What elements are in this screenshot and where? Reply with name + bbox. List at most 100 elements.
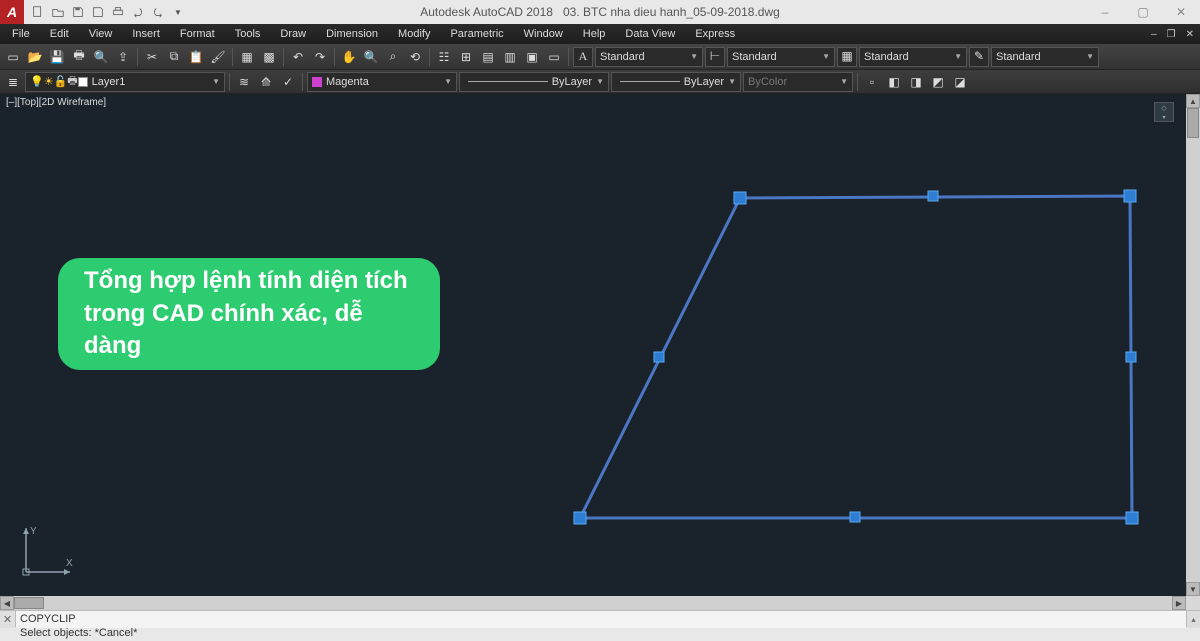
tablestyle-dropdown[interactable]: Standard▼ [859,47,967,67]
sync-attr-icon[interactable]: ◪ [950,72,970,92]
edit-block-icon[interactable]: ◨ [906,72,926,92]
undo-icon[interactable] [130,4,146,20]
lineweight-dropdown[interactable]: ByLayer▼ [611,72,741,92]
props-icon[interactable]: ☷ [434,47,454,67]
color-dropdown[interactable]: Magenta▼ [307,72,457,92]
callout-overlay: Tổng hợp lệnh tính diện tích trong CAD c… [58,258,440,370]
copy-icon[interactable]: ⧉ [164,47,184,67]
qat-dropdown-icon[interactable]: ▼ [170,4,186,20]
grid-icon[interactable]: ▩ [259,47,279,67]
lightbulb-icon: 💡 [30,75,44,88]
command-close-icon[interactable]: ✕ [0,611,16,627]
layer-dropdown[interactable]: 💡 ☀ 🔓 🖶 Layer1▼ [25,72,225,92]
mlstyle-icon[interactable]: ✎ [969,47,989,67]
ucs-icon: X Y [18,520,78,580]
mdi-minimize-icon[interactable]: – [1147,29,1161,40]
dimstyle-dropdown[interactable]: Standard▼ [727,47,835,67]
linetype-dropdown[interactable]: ByLayer▼ [459,72,609,92]
tpalettes-icon[interactable]: ▤ [478,47,498,67]
zoom-icon[interactable]: 🔍 [361,47,381,67]
menu-modify[interactable]: Modify [388,26,440,42]
sheetset-icon[interactable]: ▥ [500,47,520,67]
mdi-controls: – ❐ ✕ [1147,29,1198,40]
layerprev-icon[interactable]: ⟰ [256,72,276,92]
menu-edit[interactable]: Edit [40,26,79,42]
textstyle-icon[interactable]: A [573,47,593,67]
new-icon[interactable] [30,4,46,20]
menu-file[interactable]: File [2,26,40,42]
scroll-up-icon[interactable]: ▲ [1186,94,1200,108]
edit-attr-icon[interactable]: ◩ [928,72,948,92]
scroll-left-icon[interactable]: ◀ [0,596,14,610]
dcenter-icon[interactable]: ⊞ [456,47,476,67]
scrollbar-horizontal[interactable]: ◀ ▶ [0,596,1186,610]
color-swatch [312,77,322,87]
scroll-thumb[interactable] [1187,108,1199,138]
redo-icon[interactable]: ↷ [310,47,330,67]
saveas-icon[interactable] [90,4,106,20]
mlstyle-dropdown[interactable]: Standard▼ [991,47,1099,67]
publish-icon[interactable]: ⇪ [113,47,133,67]
layermatch-icon[interactable]: ≋ [234,72,254,92]
menu-help[interactable]: Help [573,26,616,42]
make-block-icon[interactable]: ◧ [884,72,904,92]
mdi-close-icon[interactable]: ✕ [1182,29,1198,40]
close-icon[interactable]: ✕ [1162,0,1200,24]
new-icon[interactable]: ▭ [3,47,23,67]
maximize-icon[interactable]: ▢ [1124,0,1162,24]
separator [857,73,858,91]
layerprops-icon[interactable]: ≣ [3,72,23,92]
cut-icon[interactable]: ✂ [142,47,162,67]
pan-icon[interactable]: ✋ [339,47,359,67]
separator [334,48,335,66]
redo-icon[interactable] [150,4,166,20]
separator [429,48,430,66]
menu-express[interactable]: Express [685,26,745,42]
app-logo[interactable]: A [0,0,24,24]
open-icon[interactable] [50,4,66,20]
paste-icon[interactable]: 📋 [186,47,206,67]
layer-color-swatch [78,77,88,87]
separator [137,48,138,66]
command-text[interactable]: COPYCLIPSelect objects: *Cancel* [16,611,1186,628]
toolbar-main: ▭ 📂 💾 🖶 🔍 ⇪ ✂ ⧉ 📋 🖌 ▦ ▩ ↶ ↷ ✋ 🔍 ⌕ ⟲ ☷ ⊞ … [0,44,1200,70]
menu-dataview[interactable]: Data View [615,26,685,42]
menu-draw[interactable]: Draw [270,26,316,42]
separator [568,48,569,66]
menu-window[interactable]: Window [514,26,573,42]
scrollbar-vertical[interactable]: ▲ ▼ [1186,94,1200,596]
insert-block-icon[interactable]: ▫ [862,72,882,92]
layerstate-icon[interactable]: ✓ [278,72,298,92]
textstyle-dropdown[interactable]: Standard▼ [595,47,703,67]
drawing-canvas[interactable]: [–][Top][2D Wireframe] ◇▾ Tổng hợp lệnh … [0,94,1200,610]
menu-view[interactable]: View [79,26,123,42]
markup-icon[interactable]: ▣ [522,47,542,67]
command-line[interactable]: ✕ COPYCLIPSelect objects: *Cancel* ▴ [0,610,1200,628]
menu-format[interactable]: Format [170,26,225,42]
menu-tools[interactable]: Tools [225,26,271,42]
preview-icon[interactable]: 🔍 [91,47,111,67]
window-title: Autodesk AutoCAD 2018 03. BTC nha dieu h… [420,5,780,19]
scroll-right-icon[interactable]: ▶ [1172,596,1186,610]
save-icon[interactable] [70,4,86,20]
plot-icon[interactable]: 🖶 [69,47,89,67]
dimstyle-icon[interactable]: ⊢ [705,47,725,67]
scroll-thumb-h[interactable] [14,597,44,609]
matchprop-icon[interactable]: 🖌 [208,47,228,67]
scroll-down-icon[interactable]: ▼ [1186,582,1200,596]
zoomprev-icon[interactable]: ⟲ [405,47,425,67]
plot-icon[interactable] [110,4,126,20]
mdi-restore-icon[interactable]: ❐ [1163,29,1180,40]
command-history-icon[interactable]: ▴ [1186,611,1200,627]
menu-parametric[interactable]: Parametric [440,26,513,42]
minimize-icon[interactable]: – [1086,0,1124,24]
qcalc-icon[interactable]: ▭ [544,47,564,67]
tablestyle-icon[interactable]: ▦ [837,47,857,67]
zoomwin-icon[interactable]: ⌕ [383,47,403,67]
menu-dimension[interactable]: Dimension [316,26,388,42]
open-icon[interactable]: 📂 [25,47,45,67]
save-icon[interactable]: 💾 [47,47,67,67]
menu-insert[interactable]: Insert [122,26,170,42]
block-icon[interactable]: ▦ [237,47,257,67]
undo-icon[interactable]: ↶ [288,47,308,67]
